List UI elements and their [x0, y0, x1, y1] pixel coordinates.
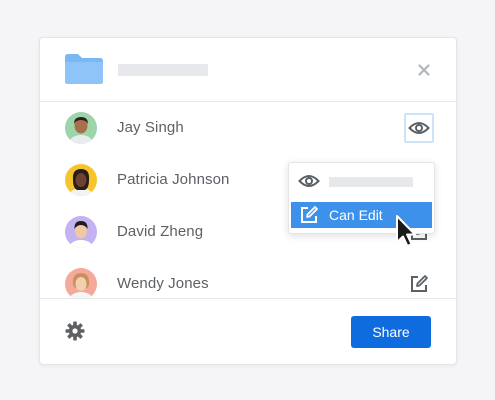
dialog-header — [40, 38, 456, 102]
eye-icon — [408, 122, 430, 134]
member-name: Jay Singh — [117, 119, 184, 136]
edit-icon — [411, 275, 428, 292]
avatar — [65, 164, 97, 196]
option-label-placeholder — [329, 177, 413, 187]
eye-icon — [298, 175, 320, 187]
edit-icon — [301, 206, 318, 223]
member-row[interactable]: Wendy Jones — [40, 258, 456, 298]
close-button[interactable] — [412, 58, 436, 82]
permission-button[interactable] — [404, 269, 434, 298]
avatar — [65, 112, 97, 144]
mouse-cursor-icon — [396, 215, 416, 247]
member-name: Wendy Jones — [117, 275, 209, 292]
share-button[interactable]: Share — [351, 316, 431, 348]
member-name: David Zheng — [117, 223, 204, 240]
member-row[interactable]: Jay Singh — [40, 102, 456, 154]
gear-icon[interactable] — [64, 320, 86, 342]
folder-title-placeholder — [118, 64, 208, 76]
permission-button[interactable] — [404, 113, 434, 143]
avatar — [65, 268, 97, 298]
member-name: Patricia Johnson — [117, 171, 230, 188]
close-icon — [418, 64, 430, 76]
avatar — [65, 216, 97, 248]
option-label: Can Edit — [329, 207, 383, 223]
dropdown-option-view[interactable] — [291, 168, 432, 194]
dialog-footer: Share — [40, 298, 456, 364]
folder-icon — [65, 54, 103, 84]
